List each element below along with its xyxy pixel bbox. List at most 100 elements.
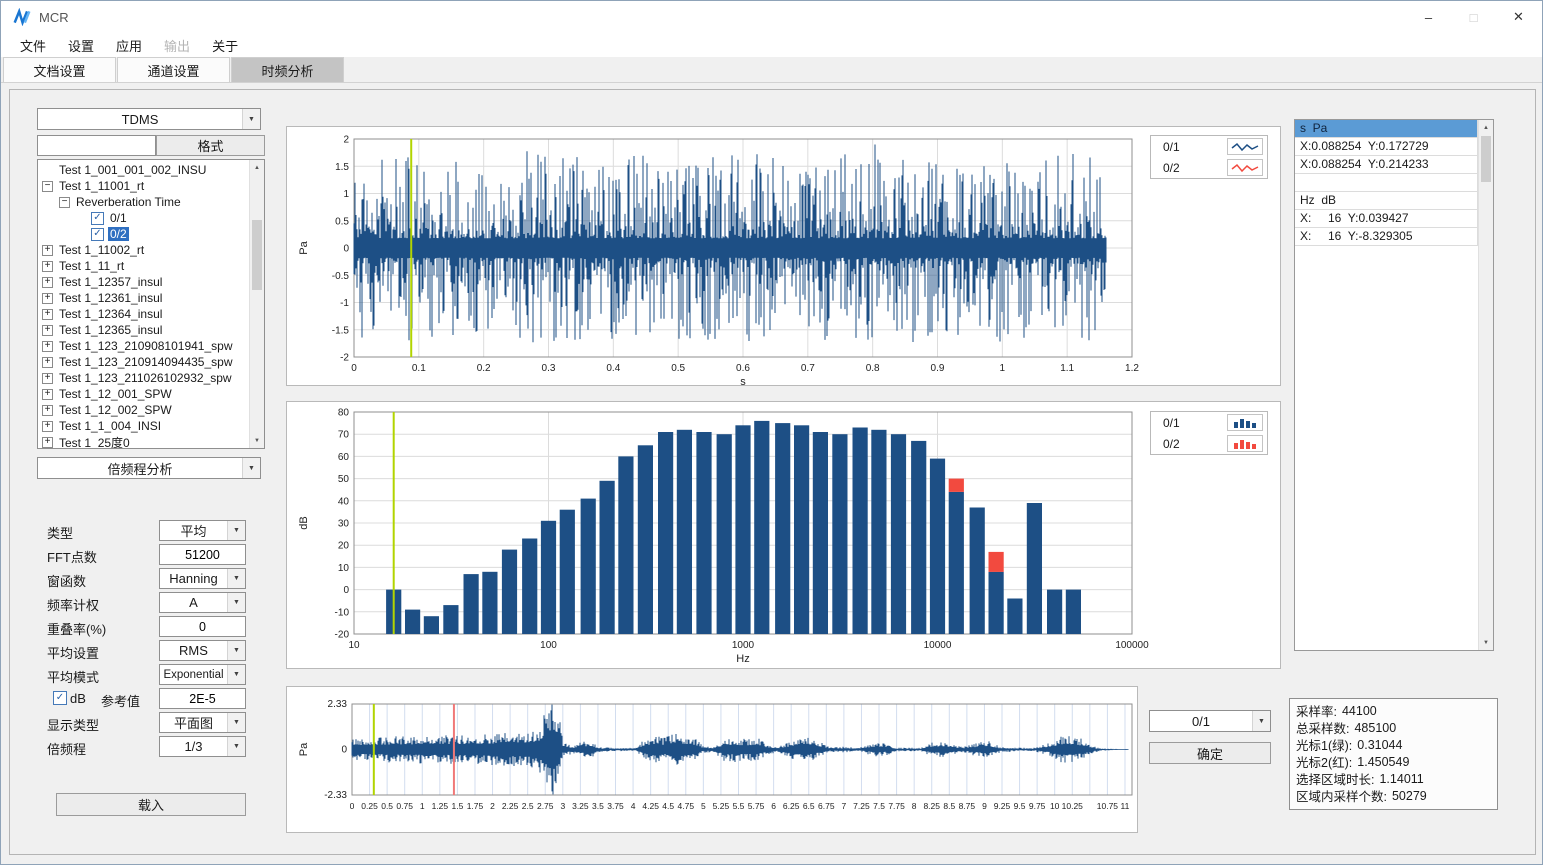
tab-doc-settings[interactable]: 文档设置 [3,57,116,82]
chart-time-zoom-panel[interactable]: 0/10/2 00.10.20.30.40.50.60.70.80.911.11… [286,126,1281,386]
tree-item[interactable]: +Test 1_12357_insul [38,274,249,290]
octave-bar [735,425,750,634]
scroll-up-icon[interactable]: ▲ [250,160,264,175]
expand-icon[interactable]: + [42,261,53,272]
channel-checkbox[interactable]: ✓ [91,228,104,241]
tree-item[interactable]: Test 1_001_001_002_INSU [38,162,249,178]
menu-item-apply[interactable]: 应用 [105,33,153,58]
collapse-icon[interactable]: − [59,197,70,208]
file-format-select[interactable]: TDMS ▼ [37,108,261,130]
tree-item[interactable]: ✓0/2 [38,226,249,242]
octave-bar [581,499,596,634]
fft-points-label: FFT点数 [47,547,97,566]
reference-value-input[interactable] [159,688,246,709]
tree-item[interactable]: ✓0/1 [38,210,249,226]
tree-item[interactable]: +Test 1_12_001_SPW [38,386,249,402]
analysis-type-select[interactable]: 倍频程分析 ▼ [37,457,261,479]
expand-icon[interactable]: + [42,341,53,352]
scrollbar-thumb[interactable] [252,220,262,290]
chart-time-zoom-legend: 0/10/2 [1150,135,1268,179]
expand-icon[interactable]: + [42,389,53,400]
tree-item-label: Test 1_123_210908101941_spw [57,339,234,353]
octave-select[interactable]: 1/3 ▼ [159,736,246,757]
confirm-button[interactable]: 确定 [1149,742,1271,764]
tree-item[interactable]: + Test 1_123_210908101941_spw [38,338,249,354]
info-value: 485100 [1354,721,1396,735]
expand-icon[interactable]: + [42,325,53,336]
file-filter-input[interactable] [37,135,156,156]
tree-item[interactable]: +Test 1_12364_insul [38,306,249,322]
menu-item-about[interactable]: 关于 [201,33,249,58]
svg-text:4.75: 4.75 [678,801,695,811]
expand-icon[interactable]: + [42,357,53,368]
tab-channel-settings[interactable]: 通道设置 [117,57,230,82]
svg-text:3.25: 3.25 [572,801,589,811]
svg-text:60: 60 [338,452,350,463]
load-button[interactable]: 载入 [56,793,246,816]
expand-icon[interactable]: + [42,437,53,448]
svg-text:0: 0 [350,801,355,811]
tab-time-freq-analysis[interactable]: 时频分析 [231,57,344,82]
db-checkbox[interactable]: ✓ [53,691,67,705]
close-button[interactable]: ✕ [1496,1,1541,33]
collapse-icon[interactable]: − [42,181,53,192]
svg-text:10: 10 [338,563,350,574]
legend-row: 0/2 [1151,433,1267,454]
menu-item-file[interactable]: 文件 [9,33,57,58]
chevron-down-icon: ▼ [227,593,245,612]
fft-points-input[interactable] [159,544,246,565]
frequency-weighting-value: A [160,593,227,612]
channel-select[interactable]: 0/1 ▼ [1149,710,1271,732]
chart-overview-panel[interactable]: 00.250.50.7511.251.51.7522.252.52.7533.2… [286,686,1138,833]
average-setting-select[interactable]: RMS ▼ [159,640,246,661]
chart-octave-panel[interactable]: 0/10/2 -20-10010203040506070801010010001… [286,401,1281,669]
svg-text:30: 30 [338,519,350,530]
expand-icon[interactable]: + [42,309,53,320]
type-select[interactable]: 平均 ▼ [159,520,246,541]
maximize-button[interactable]: □ [1451,1,1496,33]
scrollbar-thumb[interactable] [1481,136,1491,182]
tree-item[interactable]: +Test 1_25度0 [38,434,249,448]
tree-item[interactable]: −Reverberation Time [38,194,249,210]
chevron-down-icon: ▼ [1252,711,1270,731]
svg-text:-2: -2 [340,353,349,364]
average-mode-select[interactable]: Exponential ▼ [159,664,246,685]
svg-text:1.75: 1.75 [467,801,484,811]
svg-text:0: 0 [343,244,349,255]
expand-icon[interactable]: + [42,293,53,304]
svg-text:10.25: 10.25 [1062,801,1084,811]
expand-icon[interactable]: + [42,245,53,256]
tree-item[interactable]: +Test 1_123_211026102932_spw [38,370,249,386]
tree-item[interactable]: +Test 1_12361_insul [38,290,249,306]
tree-scrollbar[interactable]: ▲ ▼ [249,160,264,448]
tree-item[interactable]: +Test 1_12_002_SPW [38,402,249,418]
window-function-select[interactable]: Hanning ▼ [159,568,246,589]
tree-item[interactable]: +Test 1_123_210914094435_spw [38,354,249,370]
format-button[interactable]: 格式 [156,135,265,156]
minimize-button[interactable]: – [1406,1,1451,33]
display-type-select[interactable]: 平面图 ▼ [159,712,246,733]
overlap-input[interactable] [159,616,246,637]
expand-icon[interactable]: + [42,277,53,288]
menu-item-settings[interactable]: 设置 [57,33,105,58]
scroll-down-icon[interactable]: ▼ [1479,635,1493,650]
svg-text:0.9: 0.9 [931,363,945,374]
tree-item-label: Test 1_11001_rt [57,179,146,193]
values-scrollbar[interactable]: ▲ ▼ [1478,120,1493,650]
average-setting-value: RMS [160,641,227,660]
scroll-up-icon[interactable]: ▲ [1479,120,1493,135]
tree-item[interactable]: +Test 1_11_rt [38,258,249,274]
svg-text:5.25: 5.25 [713,801,730,811]
expand-icon[interactable]: + [42,421,53,432]
tree-item[interactable]: +Test 1_11002_rt [38,242,249,258]
tree-item[interactable]: +Test 1_1_004_INSI [38,418,249,434]
expand-icon[interactable]: + [42,373,53,384]
expand-icon[interactable]: + [42,405,53,416]
channel-checkbox[interactable]: ✓ [91,212,104,225]
tree-item[interactable]: +Test 1_12365_insul [38,322,249,338]
tree-item[interactable]: −Test 1_11001_rt [38,178,249,194]
frequency-weighting-select[interactable]: A ▼ [159,592,246,613]
cursor-value-row: X: 16 Y:0.039427 [1295,210,1478,228]
legend-label: 0/1 [1163,416,1180,430]
scroll-down-icon[interactable]: ▼ [250,433,264,448]
